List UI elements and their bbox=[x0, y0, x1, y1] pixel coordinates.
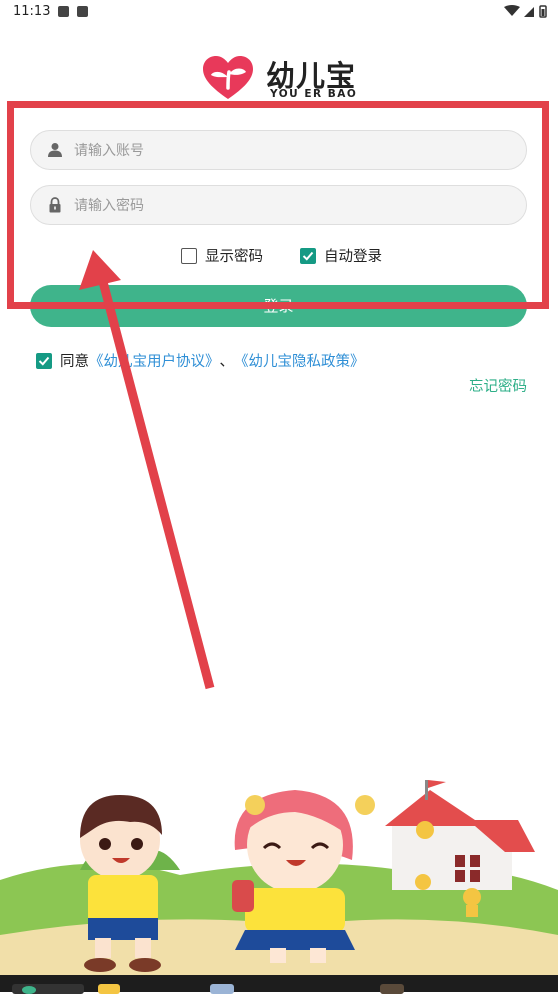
taskbar-app-2[interactable] bbox=[98, 984, 120, 994]
taskbar-dot-icon bbox=[22, 986, 36, 994]
annotation-arrow bbox=[79, 250, 215, 690]
taskbar bbox=[0, 975, 558, 994]
taskbar-app-3[interactable] bbox=[210, 984, 234, 994]
taskbar-app-4[interactable] bbox=[380, 984, 404, 994]
